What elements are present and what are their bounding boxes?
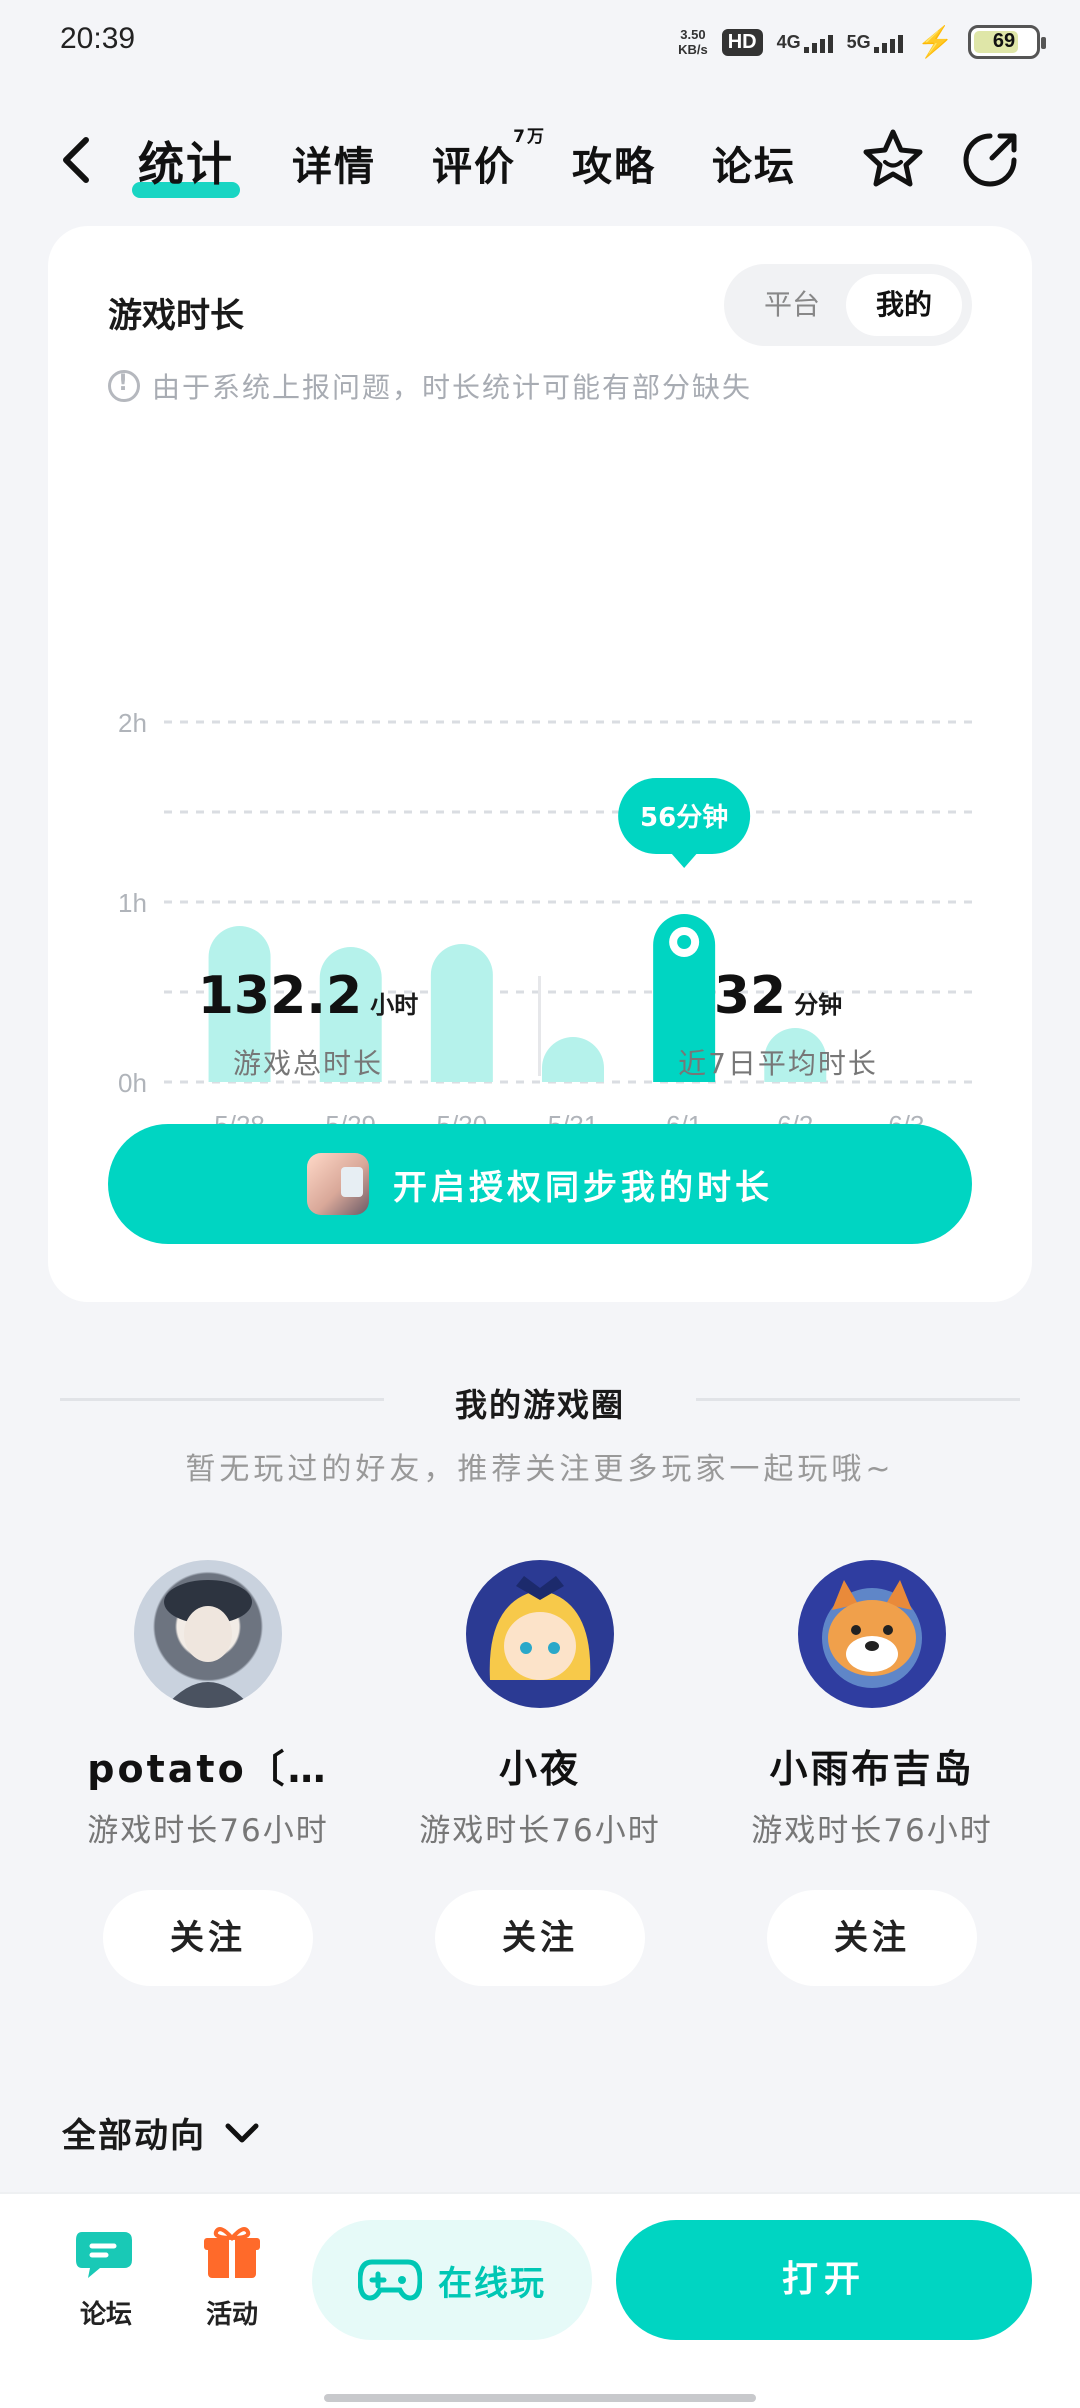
game-avatar-icon xyxy=(307,1153,369,1215)
section-subtitle: 暂无玩过的好友，推荐关注更多玩家一起玩哦~ xyxy=(185,1452,895,1487)
reviews-count-badge: 7万 xyxy=(513,127,546,147)
star-icon[interactable] xyxy=(858,124,928,194)
friend-play-time: 游戏时长76小时 xyxy=(751,1813,993,1849)
follow-button[interactable]: 关注 xyxy=(435,1890,645,1986)
friend-name: 小雨布吉岛 xyxy=(769,1747,975,1791)
platform-mine-toggle: 平台 我的 xyxy=(724,264,972,346)
chat-bubble-icon xyxy=(76,2232,132,2278)
avatar[interactable] xyxy=(466,1560,614,1708)
stat-divider xyxy=(538,976,541,1076)
info-icon xyxy=(108,370,140,402)
chart-bar xyxy=(542,1037,604,1082)
gamepad-icon xyxy=(358,2259,422,2301)
toggle-mine[interactable]: 我的 xyxy=(846,274,962,336)
status-bar: 20:39 3.50 KB/s HD 4G 5G ⚡ 69 xyxy=(0,0,1080,86)
card-title: 游戏时长 xyxy=(108,296,244,336)
battery-icon: 69 xyxy=(968,25,1046,59)
hd-icon: HD xyxy=(721,28,763,56)
y-tick-label: 2h xyxy=(118,708,147,738)
back-icon[interactable] xyxy=(56,130,96,190)
online-play-button[interactable]: 在线玩 xyxy=(312,2220,592,2340)
status-time: 20:39 xyxy=(60,22,136,55)
follow-button[interactable]: 关注 xyxy=(767,1890,977,1986)
top-nav: 统计 详情 评价 7万 攻略 论坛 xyxy=(0,110,1080,210)
tab-details[interactable]: 详情 xyxy=(292,134,376,192)
follow-button[interactable]: 关注 xyxy=(103,1890,313,1986)
friend-card: 小夜 游戏时长76小时 关注 xyxy=(375,1560,705,1986)
friend-play-time: 游戏时长76小时 xyxy=(87,1813,329,1849)
status-icons: 3.50 KB/s HD 4G 5G ⚡ 69 xyxy=(678,20,1046,64)
forum-button[interactable]: 论坛 xyxy=(56,2224,156,2331)
activity-button[interactable]: 活动 xyxy=(182,2224,282,2331)
play-time-card: 游戏时长 平台 我的 由于系统上报问题，时长统计可能有部分缺失 0h1h2h5/… xyxy=(48,226,1032,1302)
bottom-action-bar: 论坛 活动 在线玩 打开 xyxy=(0,2192,1080,2408)
avg-play-time: 32 分钟 近7日平均时长 xyxy=(678,966,878,1080)
avatar[interactable] xyxy=(134,1560,282,1708)
charging-icon: ⚡ xyxy=(916,25,954,59)
signal-4g-icon: 4G xyxy=(777,32,833,53)
signal-5g-icon: 5G xyxy=(847,32,903,53)
friend-card: potato〔… 游戏时长76小时 关注 xyxy=(43,1560,373,1986)
friend-name: potato〔… xyxy=(87,1747,329,1791)
bar-marker-dot xyxy=(677,935,692,949)
avatar[interactable] xyxy=(798,1560,946,1708)
sync-authorize-button[interactable]: 开启授权同步我的时长 xyxy=(108,1124,972,1244)
tab-guides[interactable]: 攻略 xyxy=(572,134,656,192)
friend-card: 小雨布吉岛 游戏时长76小时 关注 xyxy=(707,1560,1037,1986)
share-icon[interactable] xyxy=(956,124,1026,194)
friend-name: 小夜 xyxy=(498,1747,581,1791)
gift-icon xyxy=(204,2227,260,2278)
friend-play-time: 游戏时长76小时 xyxy=(419,1813,661,1849)
y-tick-label: 1h xyxy=(118,888,147,918)
battery-level: 69 xyxy=(992,30,1016,52)
total-play-time: 132.2 小时 游戏总时长 xyxy=(197,966,419,1080)
tab-reviews[interactable]: 评价 7万 xyxy=(432,127,544,192)
chevron-down-icon xyxy=(225,2123,259,2142)
section-title: 我的游戏圈 xyxy=(454,1386,625,1424)
tab-stats[interactable]: 统计 xyxy=(132,128,240,198)
tooltip-label: 56分钟 xyxy=(640,802,728,833)
toggle-platform[interactable]: 平台 xyxy=(734,274,850,336)
data-notice: 由于系统上报问题，时长统计可能有部分缺失 xyxy=(108,366,752,406)
home-indicator[interactable] xyxy=(324,2394,756,2402)
all-feed-dropdown[interactable]: 全部动向 xyxy=(62,2108,262,2157)
open-game-button[interactable]: 打开 xyxy=(616,2220,1032,2340)
tooltip-pointer xyxy=(670,852,699,868)
network-speed: 3.50 KB/s xyxy=(678,27,708,57)
tab-forum[interactable]: 论坛 xyxy=(712,134,796,192)
